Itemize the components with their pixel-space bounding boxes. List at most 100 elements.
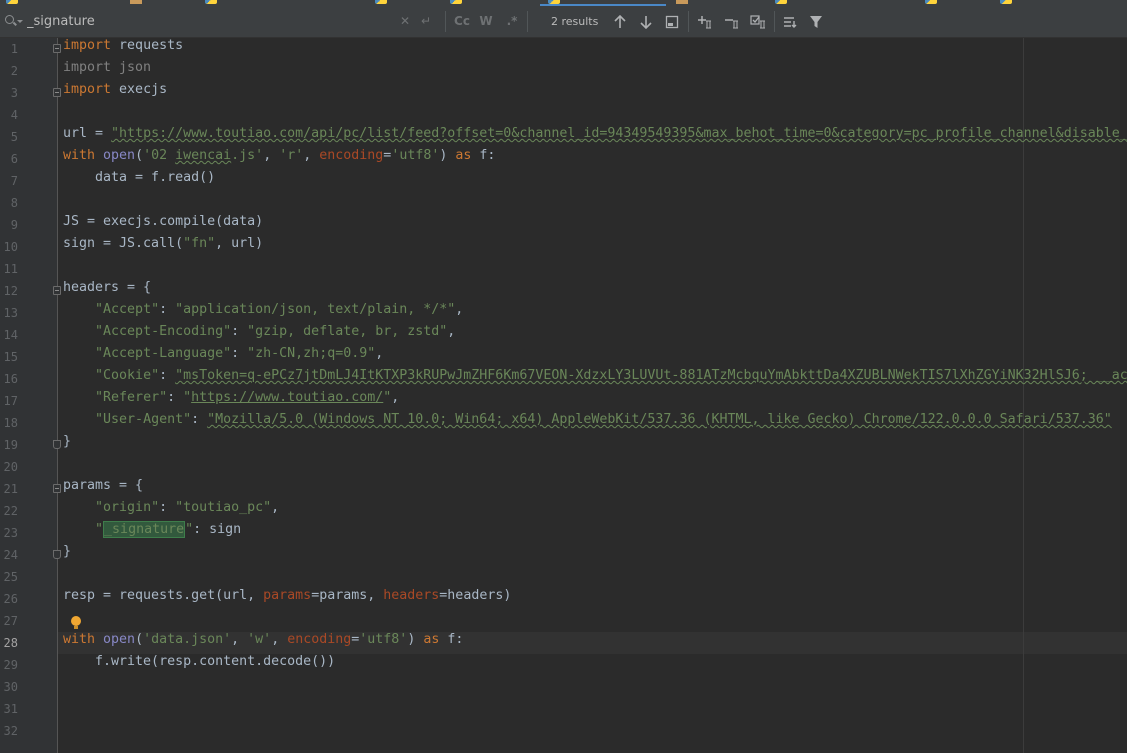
line-number[interactable]: 2: [0, 60, 18, 82]
intention-bulb-icon[interactable]: [71, 616, 81, 630]
code-line[interactable]: url = "https://www.toutiao.com/api/pc/li…: [63, 126, 1127, 148]
search-input[interactable]: [27, 13, 387, 29]
line-number[interactable]: 6: [0, 148, 18, 170]
code-token: 'utf8': [359, 632, 408, 647]
code-token: "User-Agent": [95, 412, 192, 427]
code-token: "https://www.toutiao.com/api/pc/list/fee…: [111, 126, 1127, 141]
python-file-icon[interactable]: [1000, 0, 1012, 4]
code-line[interactable]: import json: [63, 60, 151, 82]
python-file-icon[interactable]: [450, 0, 462, 4]
code-line[interactable]: "Accept": "application/json, text/plain,…: [63, 302, 463, 324]
code-line[interactable]: }: [63, 544, 71, 566]
search-history-dropdown-icon[interactable]: [17, 20, 23, 23]
fold-marker-icon[interactable]: [53, 88, 61, 97]
code-line[interactable]: import requests: [63, 38, 183, 60]
words-button[interactable]: W: [479, 13, 493, 29]
code-line[interactable]: "Accept-Language": "zh-CN,zh;q=0.9",: [63, 346, 383, 368]
code-editor[interactable]: 1 import requests 2 import json 3 import exec…: [0, 38, 1127, 753]
code-line[interactable]: "User-Agent": "Mozilla/5.0 (Windows NT 1…: [63, 412, 1112, 434]
code-line[interactable]: params = {: [63, 478, 143, 500]
line-number[interactable]: 19: [0, 434, 18, 456]
line-number[interactable]: 18: [0, 412, 18, 434]
line-number[interactable]: 27: [0, 610, 18, 632]
separator: [774, 11, 775, 32]
next-occurrence-icon[interactable]: [636, 12, 656, 32]
filter-search-results-icon[interactable]: [780, 12, 800, 32]
code-line[interactable]: "origin": "toutiao_pc",: [63, 500, 279, 522]
fold-marker-icon[interactable]: [53, 440, 61, 449]
line-number[interactable]: 8: [0, 192, 18, 214]
regex-button[interactable]: .*: [505, 13, 519, 29]
add-occurrence-icon[interactable]: [695, 12, 715, 32]
fold-marker-icon[interactable]: [53, 484, 61, 493]
line-number[interactable]: 32: [0, 720, 18, 742]
code-line[interactable]: JS = execjs.compile(data): [63, 214, 263, 236]
code-line[interactable]: "Referer": "https://www.toutiao.com/",: [63, 390, 399, 412]
line-number[interactable]: 24: [0, 544, 18, 566]
line-number[interactable]: 28: [0, 632, 18, 654]
code-token: f.write(resp.content.decode()): [63, 654, 336, 669]
line-number[interactable]: 30: [0, 676, 18, 698]
fold-marker-icon[interactable]: [53, 44, 61, 53]
code-line[interactable]: headers = {: [63, 280, 151, 302]
line-number[interactable]: 29: [0, 654, 18, 676]
python-file-icon[interactable]: [925, 0, 937, 4]
line-number[interactable]: 16: [0, 368, 18, 390]
search-icon[interactable]: [5, 15, 14, 24]
code-token: "zh-CN,zh;q=0.9": [247, 346, 376, 361]
code-token: import json: [63, 60, 152, 75]
filter-icon[interactable]: [806, 12, 826, 32]
code-token: ,: [455, 302, 464, 317]
code-line[interactable]: "Cookie": "msToken=q-ePCz7jtDmLJ4ItKTXP3…: [63, 368, 1127, 390]
code-line[interactable]: with open('02 iwencai.js', 'r', encoding…: [63, 148, 495, 170]
python-file-icon[interactable]: [205, 0, 217, 4]
line-number[interactable]: 23: [0, 522, 18, 544]
python-file-icon[interactable]: [775, 0, 787, 4]
line-number[interactable]: 11: [0, 258, 18, 280]
line-number[interactable]: 25: [0, 566, 18, 588]
code-line[interactable]: f.write(resp.content.decode()): [63, 654, 335, 676]
previous-occurrence-icon[interactable]: [610, 12, 630, 32]
line-number[interactable]: 17: [0, 390, 18, 412]
line-number[interactable]: 4: [0, 104, 18, 126]
code-line[interactable]: }: [63, 434, 71, 456]
line-number[interactable]: 26: [0, 588, 18, 610]
code-line[interactable]: with open('data.json', 'w', encoding='ut…: [63, 632, 463, 654]
line-number[interactable]: 21: [0, 478, 18, 500]
match-case-button[interactable]: Cc: [453, 13, 471, 29]
line-number[interactable]: 14: [0, 324, 18, 346]
line-number[interactable]: 22: [0, 500, 18, 522]
code-token: ,: [391, 390, 400, 405]
code-token: url =: [63, 126, 112, 141]
fold-marker-icon[interactable]: [53, 550, 61, 559]
line-number[interactable]: 20: [0, 456, 18, 478]
code-line[interactable]: resp = requests.get(url, params=params, …: [63, 588, 511, 610]
toggle-occurrence-icon[interactable]: [748, 12, 768, 32]
line-number[interactable]: 31: [0, 698, 18, 720]
line-number[interactable]: 15: [0, 346, 18, 368]
line-number[interactable]: 5: [0, 126, 18, 148]
code-line[interactable]: "_signature": sign: [63, 521, 241, 544]
clear-search-icon[interactable]: ✕: [400, 13, 410, 29]
line-number[interactable]: 1: [0, 38, 18, 60]
python-file-icon[interactable]: [375, 0, 387, 4]
line-number[interactable]: 13: [0, 302, 18, 324]
python-file-icon[interactable]: [6, 0, 18, 4]
line-number[interactable]: 7: [0, 170, 18, 192]
file-icon[interactable]: [130, 0, 142, 4]
remove-occurrence-icon[interactable]: [722, 12, 742, 32]
line-number[interactable]: 10: [0, 236, 18, 258]
line-number[interactable]: 9: [0, 214, 18, 236]
new-line-icon[interactable]: ↵: [421, 13, 431, 29]
file-icon[interactable]: [676, 0, 688, 4]
code-line[interactable]: data = f.read(): [63, 170, 215, 192]
select-all-occurrences-icon[interactable]: [662, 12, 682, 32]
code-line[interactable]: "Accept-Encoding": "gzip, deflate, br, z…: [63, 324, 455, 346]
code-token: ,: [263, 148, 280, 163]
code-line[interactable]: sign = JS.call("fn", url): [63, 236, 263, 258]
line-number[interactable]: 12: [0, 280, 18, 302]
code-line[interactable]: import execjs: [63, 82, 167, 104]
line-number[interactable]: 3: [0, 82, 18, 104]
fold-marker-icon[interactable]: [53, 286, 61, 295]
